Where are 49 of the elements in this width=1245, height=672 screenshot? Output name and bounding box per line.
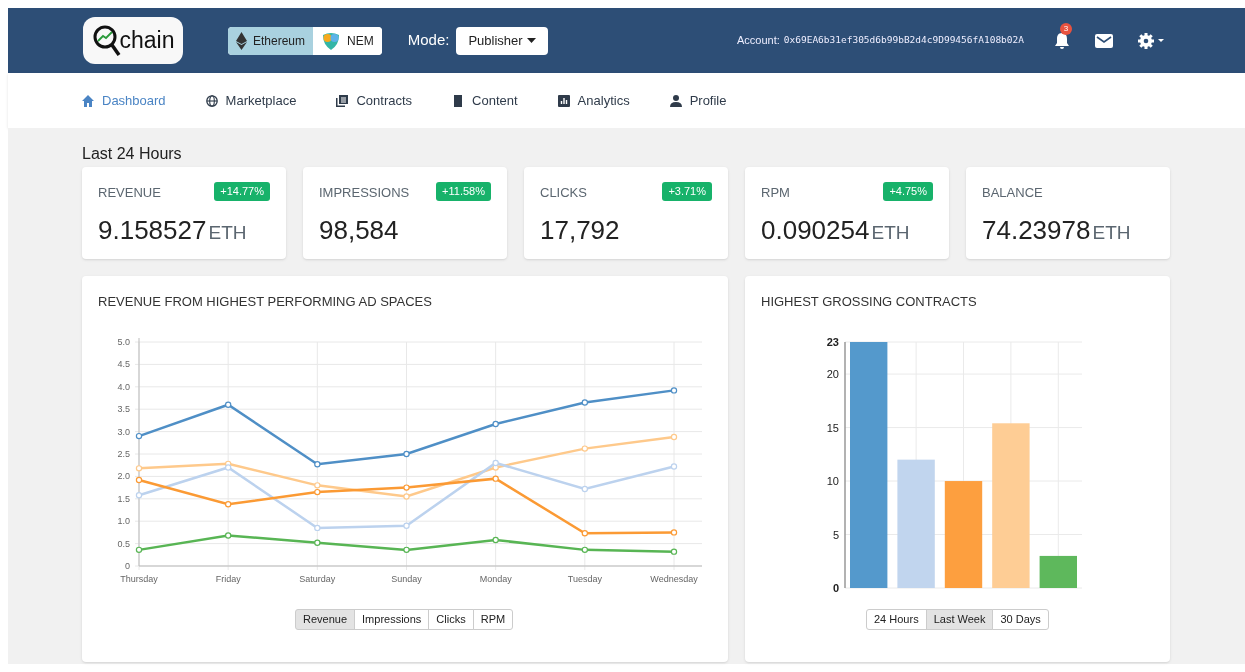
mode-label: Mode: [407,30,450,51]
axis-tick-label: 23 [826,336,839,348]
axis-tick-label: 3.5 [117,404,130,415]
axis-tick-label: 1.0 [117,516,130,527]
axis-tick-label: 5 [832,528,839,541]
axis-tick-label: 5.0 [117,337,130,347]
axis-tick-label: 0 [125,561,130,571]
axis-category-label: Saturday [299,574,336,584]
axis-tick-label: 0 [832,582,839,594]
axis-tick-label: 15 [826,421,839,434]
axis-category-label: Tuesday [567,574,602,584]
stat-value: 74.23978 [982,214,1091,247]
axis-tick-label: 4.0 [117,381,130,392]
axis-category-label: Thursday [120,574,158,584]
stat-label: IMPRESSIONS [319,184,410,202]
account-address: 0x69EA6b31ef305d6b99bB2d4c9D99456fA108b02A [783,33,1024,48]
axis-tick-label: 2.0 [117,471,130,482]
axis-tick-label: 0.5 [117,538,130,549]
axis-category-label: Wednesday [650,574,698,584]
stat-value: 17,792 [540,214,620,247]
change-badge: +11.58% [436,182,491,201]
axis-tick-label: 1.5 [117,493,130,504]
unit-label: ETH [208,221,247,245]
axis-category-label: Friday [215,574,241,584]
panel-title: HIGHEST GROSSING CONTRACTS [761,293,977,311]
logo: chain [83,17,183,64]
stat-value: 98,584 [319,214,399,247]
stat-label: RPM [761,184,790,202]
unit-label: ETH [871,221,910,245]
axis-tick-label: 3.0 [117,426,130,437]
change-badge: +14.77% [214,182,270,201]
axis-category-label: Monday [479,574,512,584]
axis-tick-label: 20 [826,368,839,381]
notification-badge: 3 [1060,22,1072,35]
stat-label: BALANCE [982,184,1043,202]
stat-label: CLICKS [540,184,587,202]
axis-tick-label: 4.5 [117,359,130,370]
panel-title: REVENUE FROM HIGHEST PERFORMING AD SPACES [98,293,432,311]
stat-label: REVENUE [98,184,161,202]
stat-value: 0.090254 [761,214,870,247]
change-badge: +4.75% [883,182,933,201]
axis-tick-label: 10 [826,475,839,488]
axis-category-label: Sunday [391,574,422,584]
axis-tick-label: 2.5 [117,449,130,459]
stat-value: 9.158527 [98,214,207,247]
section-title: Last 24 Hours [82,144,183,164]
change-badge: +3.71% [662,182,712,201]
account-label: Account: [736,33,780,49]
unit-label: ETH [1092,221,1131,245]
